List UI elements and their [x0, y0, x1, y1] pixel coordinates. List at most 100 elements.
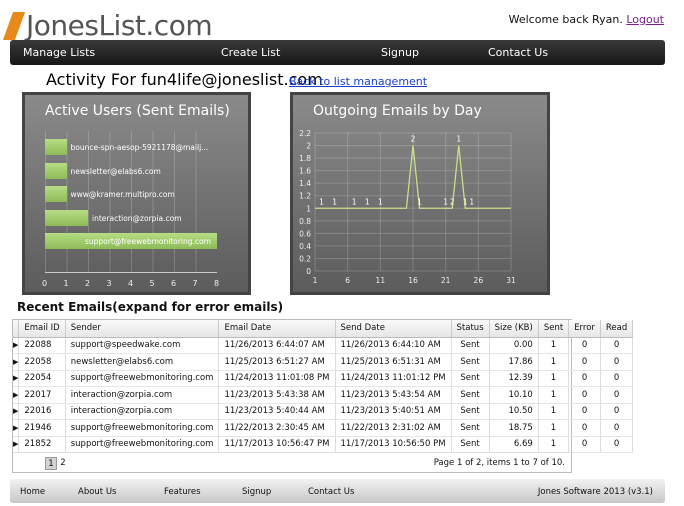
x-tick-label: 6 [345, 276, 350, 285]
cell-status: Sent [451, 353, 490, 371]
emails-table: Email ID Sender Email Date Send Date Sta… [13, 320, 634, 453]
column-send-date[interactable]: Send Date [335, 320, 452, 338]
nav-contact-us[interactable]: Contact Us [488, 46, 548, 59]
cell-status: Sent [451, 403, 490, 420]
column-email-id[interactable]: Email ID [18, 320, 66, 338]
column-error[interactable]: Error [568, 320, 601, 338]
outgoing-emails-chart: Outgoing Emails by Day 0 0.2 0.4 0.6 0.8 1 1.2… [290, 92, 550, 295]
logo-slash-icon [2, 12, 26, 40]
cell-read-count: 0 [600, 403, 634, 420]
cell-email-date: 11/17/2013 10:56:47 PM [218, 436, 336, 453]
x-tick-label: 1 [63, 279, 69, 288]
column-status[interactable]: Status [451, 320, 490, 338]
column-size[interactable]: Size (KB) [489, 320, 539, 338]
bar[interactable] [45, 209, 88, 226]
table-row[interactable]: ▶ 22016 interaction@zorpia.com 11/23/2013 5… [13, 403, 634, 420]
nav-signup[interactable]: Signup [381, 46, 419, 59]
footer-home-link[interactable]: Home [20, 487, 45, 497]
x-tick-label: 5 [149, 279, 155, 288]
main-nav: Manage Lists Create List Signup Contact … [10, 40, 665, 65]
cell-send-date: 11/25/2013 6:51:31 AM [335, 353, 452, 371]
page-1-button[interactable]: 1 [45, 457, 57, 470]
page-2-button[interactable]: 2 [57, 457, 69, 470]
back-to-list-link[interactable]: Back to list management [289, 75, 427, 88]
pager: 1 2 Page 1 of 2, items 1 to 7 of 10. [13, 452, 571, 472]
footer: Home About Us Features Signup Contact Us… [10, 479, 665, 503]
cell-email-date: 11/26/2013 6:44:07 AM [218, 337, 336, 354]
x-tick-label: 0 [42, 279, 48, 288]
footer-about-us-link[interactable]: About Us [78, 487, 116, 497]
x-tick-label: 4 [128, 279, 134, 288]
cell-error-count: 0 [568, 370, 601, 387]
cell-size: 12.39 [489, 370, 539, 387]
cell-email-id: 22054 [18, 370, 66, 387]
bar-label: www@kramer.multipro.com [70, 190, 175, 199]
cell-sent-count: 1 [538, 337, 570, 354]
y-tick-label: 0.8 [299, 217, 311, 226]
page-title: Activity For fun4life@joneslist.com [46, 70, 323, 89]
data-label: 2 [411, 135, 416, 144]
column-read[interactable]: Read [600, 320, 634, 338]
bar-label: support@freewebmonitoring.com [85, 237, 211, 246]
cell-read-count: 0 [600, 436, 634, 453]
data-label: 2 [450, 197, 455, 206]
cell-status: Sent [451, 337, 490, 354]
bar[interactable] [45, 139, 67, 155]
cell-sender: support@freewebmonitoring.com [65, 419, 220, 437]
cell-size: 6.69 [489, 436, 539, 453]
cell-error-count: 0 [568, 353, 601, 371]
cell-email-date: 11/23/2013 5:43:38 AM [218, 386, 336, 404]
footer-signup-link[interactable]: Signup [242, 487, 271, 497]
cell-sent-count: 1 [538, 353, 570, 371]
y-tick-label: 1.8 [299, 154, 311, 163]
cell-read-count: 0 [600, 386, 634, 404]
table-row[interactable]: ▶ 22088 support@speedwake.com 11/26/2013 6:… [13, 337, 634, 354]
cell-sent-count: 1 [538, 403, 570, 420]
cell-send-date: 11/26/2013 6:44:10 AM [335, 337, 452, 354]
cell-email-id: 21946 [18, 419, 66, 437]
cell-email-date: 11/25/2013 6:51:27 AM [218, 353, 336, 371]
y-tick-label: 2 [306, 142, 311, 151]
column-sent[interactable]: Sent [538, 320, 570, 338]
cell-sent-count: 1 [538, 386, 570, 404]
data-label: 1 [469, 197, 474, 206]
bar-label: interaction@zorpia.com [92, 213, 182, 223]
x-tick-label: 2 [85, 279, 91, 288]
x-tick-label: 21 [441, 276, 451, 285]
cell-size: 18.75 [489, 419, 539, 437]
site-logo[interactable]: JonesList.com [2, 6, 213, 40]
cell-size: 10.10 [489, 386, 539, 404]
bar-label: newsletter@elabs6.com [70, 166, 161, 176]
cell-sender: support@speedwake.com [65, 337, 220, 354]
table-row[interactable]: ▶ 22054 support@freewebmonitoring.com 11/24… [13, 370, 634, 387]
cell-sender: interaction@zorpia.com [65, 386, 220, 404]
bar[interactable] [45, 186, 67, 202]
cell-sent-count: 1 [538, 436, 570, 453]
table-header-row: Email ID Sender Email Date Send Date Sta… [13, 320, 634, 338]
cell-send-date: 11/24/2013 11:01:12 PM [335, 370, 452, 387]
welcome-text: Welcome back Ryan. [508, 13, 623, 26]
y-tick-label: 0.4 [299, 242, 311, 251]
cell-status: Sent [451, 436, 490, 453]
cell-email-date: 11/23/2013 5:40:44 AM [218, 403, 336, 420]
table-row[interactable]: ▶ 21946 support@freewebmonitoring.com 11/22… [13, 419, 634, 437]
table-row[interactable]: ▶ 22058 newsletter@elabs6.com 11/25/2013 6:… [13, 353, 634, 371]
x-tick-label: 26 [474, 276, 484, 285]
cell-size: 10.50 [489, 403, 539, 420]
y-tick-label: 1.4 [299, 179, 311, 188]
logout-link[interactable]: Logout [626, 13, 664, 26]
bar[interactable] [45, 162, 67, 179]
column-sender[interactable]: Sender [65, 320, 220, 338]
table-row[interactable]: ▶ 21852 support@freewebmonitoring.com 11/17… [13, 436, 634, 453]
table-row[interactable]: ▶ 22017 interaction@zorpia.com 11/23/2013 5… [13, 386, 634, 404]
nav-manage-lists[interactable]: Manage Lists [23, 46, 95, 59]
footer-features-link[interactable]: Features [164, 487, 201, 497]
cell-error-count: 0 [568, 419, 601, 437]
footer-contact-us-link[interactable]: Contact Us [308, 487, 354, 497]
cell-error-count: 0 [568, 436, 601, 453]
cell-email-id: 22088 [18, 337, 66, 354]
cell-send-date: 11/23/2013 5:40:51 AM [335, 403, 452, 420]
x-tick-label: 1 [313, 276, 318, 285]
nav-create-list[interactable]: Create List [221, 46, 280, 59]
column-email-date[interactable]: Email Date [218, 320, 336, 338]
